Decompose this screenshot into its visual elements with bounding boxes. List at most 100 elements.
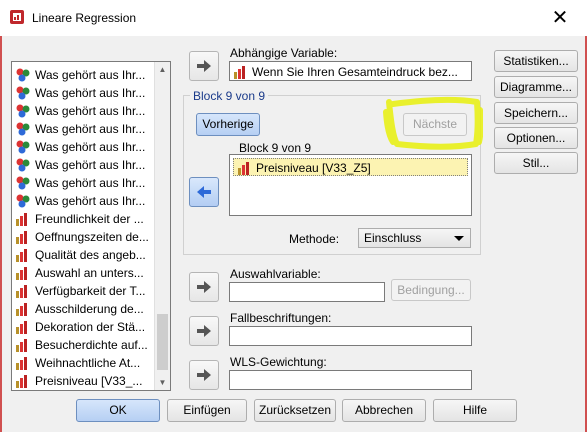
list-item-label: Was gehört aus Ihr... <box>35 139 146 154</box>
list-item[interactable]: Freundlichkeit der ... <box>15 209 155 227</box>
next-block-button[interactable]: Nächste <box>403 113 467 136</box>
reset-button[interactable]: Zurücksetzen <box>254 399 336 422</box>
arrow-right-icon <box>197 281 211 293</box>
method-value: Einschluss <box>364 231 422 245</box>
list-item-label: Was gehört aus Ihr... <box>35 121 146 136</box>
list-item[interactable]: Ausschilderung de... <box>15 299 155 317</box>
list-item[interactable]: Weihnachtliche At... <box>15 353 155 371</box>
selection-label: Auswahlvariable: <box>230 267 321 281</box>
list-item[interactable]: Was gehört aus Ihr... <box>15 191 155 209</box>
scale-icon <box>15 211 31 227</box>
list-item-label: Preisniveau [V33_... <box>35 373 143 388</box>
list-item-label: Auswahl an unters... <box>35 265 144 280</box>
scale-icon <box>15 355 31 371</box>
list-item-label: Oeffnungszeiten de... <box>35 229 149 244</box>
list-item[interactable]: Was gehört aus Ihr... <box>15 173 155 191</box>
save-button[interactable]: Speichern... <box>494 102 578 124</box>
list-item[interactable]: Was gehört aus Ihr... <box>15 65 155 83</box>
style-button[interactable]: Stil... <box>494 152 578 174</box>
previous-block-label: Vorherige <box>202 117 254 131</box>
dependent-value: Wenn Sie Ihren Gesamteindruck bez... <box>252 64 458 79</box>
list-item-label: Weihnachtliche At... <box>35 355 141 370</box>
dependent-label: Abhängige Variable: <box>230 46 338 60</box>
scale-icon <box>15 283 31 299</box>
ordinal-icon <box>15 157 31 173</box>
source-variable-list[interactable]: Preisniveau [V33_... Weihnachtliche At...… <box>11 61 171 391</box>
case-labels-field[interactable] <box>229 326 472 346</box>
arrow-right-icon <box>197 60 211 72</box>
move-to-case-labels-button[interactable] <box>189 316 219 346</box>
paste-button[interactable]: Einfügen <box>167 399 247 422</box>
condition-button[interactable]: Bedingung... <box>391 279 471 301</box>
list-item-label: Verfügbarkeit der T... <box>35 283 146 298</box>
scroll-down-icon[interactable]: ▼ <box>155 375 170 390</box>
options-label: Optionen... <box>506 131 566 145</box>
list-item[interactable]: Oeffnungszeiten de... <box>15 227 155 245</box>
scale-icon <box>15 319 31 335</box>
list-item-label: Qualität des angeb... <box>35 247 146 262</box>
plots-button[interactable]: Diagramme... <box>494 76 578 98</box>
dialog-window: Lineare Regression ✕ Preisniveau [V33_..… <box>0 0 587 432</box>
independent-variable-list[interactable]: Preisniveau [V33_Z5] <box>229 154 472 216</box>
wls-field[interactable] <box>229 370 472 390</box>
list-item-label: Was gehört aus Ihr... <box>35 157 146 172</box>
paste-label: Einfügen <box>183 403 231 417</box>
list-item[interactable]: Verfügbarkeit der T... <box>15 281 155 299</box>
scale-icon <box>15 301 31 317</box>
app-icon <box>10 10 24 24</box>
method-select[interactable]: Einschluss <box>358 228 471 248</box>
previous-block-button[interactable]: Vorherige <box>196 113 260 136</box>
list-item[interactable]: Besucherdichte auf... <box>15 335 155 353</box>
move-to-independent-button[interactable] <box>189 177 219 207</box>
move-to-wls-button[interactable] <box>189 360 219 390</box>
ordinal-icon <box>15 121 31 137</box>
title-bar: Lineare Regression ✕ <box>0 0 587 36</box>
move-to-dependent-button[interactable] <box>189 51 219 81</box>
list-item[interactable]: Auswahl an unters... <box>15 263 155 281</box>
cancel-label: Abbrechen <box>354 403 414 417</box>
list-item[interactable]: Was gehört aus Ihr... <box>15 137 155 155</box>
selected-independent-item[interactable]: Preisniveau [V33_Z5] <box>233 158 468 176</box>
list-item-label: Was gehört aus Ihr... <box>35 193 146 208</box>
list-item[interactable]: Was gehört aus Ihr... <box>15 83 155 101</box>
scroll-thumb[interactable] <box>157 314 168 370</box>
move-to-selection-button[interactable] <box>189 272 219 302</box>
scale-icon <box>15 373 31 389</box>
scroll-up-icon[interactable]: ▲ <box>155 62 170 77</box>
condition-label: Bedingung... <box>397 283 465 297</box>
list-item[interactable]: Dekoration der Stä... <box>15 317 155 335</box>
list-item[interactable]: Was gehört aus Ihr... <box>15 155 155 173</box>
method-label: Methode: <box>289 232 340 246</box>
list-item-label: Ausschilderung de... <box>35 301 144 316</box>
scale-icon <box>15 247 31 263</box>
list-item[interactable]: Was gehört aus Ihr... <box>15 101 155 119</box>
case-labels-label: Fallbeschriftungen: <box>230 311 332 325</box>
list-item[interactable]: Preisniveau [V33_... <box>15 371 155 389</box>
list-item[interactable]: Qualität des angeb... <box>15 245 155 263</box>
help-button[interactable]: Hilfe <box>433 399 517 422</box>
options-button[interactable]: Optionen... <box>494 127 578 149</box>
style-label: Stil... <box>522 156 550 170</box>
ordinal-icon <box>15 175 31 191</box>
close-icon[interactable]: ✕ <box>540 5 580 31</box>
selection-field[interactable] <box>229 282 385 302</box>
wls-label: WLS-Gewichtung: <box>230 355 327 369</box>
ok-button[interactable]: OK <box>76 399 160 422</box>
cancel-button[interactable]: Abbrechen <box>342 399 426 422</box>
ordinal-icon <box>15 103 31 119</box>
statistics-button[interactable]: Statistiken... <box>494 50 578 72</box>
dependent-field[interactable]: Wenn Sie Ihren Gesamteindruck bez... <box>229 61 472 81</box>
statistics-label: Statistiken... <box>503 54 569 68</box>
list-item-label: Was gehört aus Ihr... <box>35 67 146 82</box>
arrow-right-icon <box>197 325 211 337</box>
window-title: Lineare Regression <box>32 11 137 25</box>
ordinal-icon <box>15 139 31 155</box>
variable-list-scrollbar[interactable]: ▲ ▼ <box>154 62 170 390</box>
ordinal-icon <box>15 85 31 101</box>
help-label: Hilfe <box>462 403 487 417</box>
list-item-label: Besucherdichte auf... <box>35 337 148 352</box>
scale-icon <box>15 337 31 353</box>
ordinal-icon <box>15 67 31 83</box>
list-item[interactable]: Was gehört aus Ihr... <box>15 119 155 137</box>
arrow-left-icon <box>197 186 211 198</box>
